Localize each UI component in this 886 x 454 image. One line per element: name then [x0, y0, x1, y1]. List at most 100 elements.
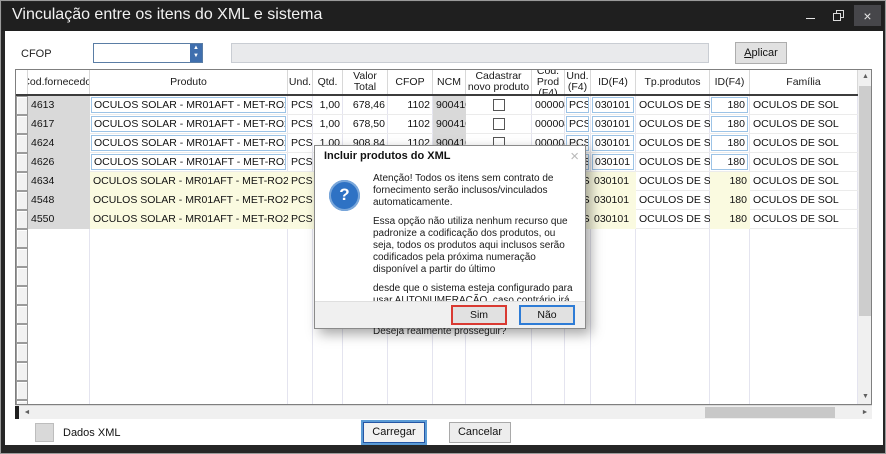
- cell-produto[interactable]: OCULOS SOLAR - MR01AFT - MET-RO2FLAT-BLA…: [91, 135, 286, 151]
- row-indicator: [16, 153, 28, 172]
- grid-column-separator: [590, 96, 591, 405]
- apply-button[interactable]: Aplicar: [735, 42, 787, 64]
- cell-produto[interactable]: OCULOS SOLAR - MR01AFT - MET-RO2FLAT-BLA…: [91, 97, 286, 113]
- cell-id-f4[interactable]: 030101: [591, 210, 636, 229]
- vertical-scrollbar[interactable]: ▲ ▼: [858, 70, 872, 404]
- close-button[interactable]: ×: [854, 5, 881, 26]
- dialog-title: Incluir produtos do XML: [324, 150, 451, 162]
- column-header: Produto: [90, 70, 288, 94]
- dialog-footer: Sim Não: [315, 301, 585, 328]
- dados-xml-label: Dados XML: [63, 427, 120, 439]
- cell-cod-fornecedor: 4550: [28, 210, 90, 229]
- cell-cod-prod-f4[interactable]: 000008: [532, 115, 565, 134]
- cell-id-f4-2[interactable]: 180: [711, 116, 748, 132]
- row-indicator: [16, 286, 28, 305]
- window-content: CFOP ▲▼ Aplicar Cod.fornecedorProdutoUnd…: [5, 31, 883, 445]
- cell-id-f4[interactable]: 030101: [591, 172, 636, 191]
- cfop-spinner[interactable]: ▲▼: [190, 44, 202, 62]
- cell-und[interactable]: PCS: [288, 210, 313, 229]
- cell-produto[interactable]: OCULOS SOLAR - MR01AFT - MET-RO2FLAT-BLA…: [90, 172, 288, 191]
- cell-familia: OCULOS DE SOL: [750, 210, 858, 229]
- cell-und-f4[interactable]: PCS: [566, 97, 589, 113]
- horizontal-scrollbar[interactable]: ◄ ►: [15, 405, 872, 419]
- row-indicator: [16, 248, 28, 267]
- row-indicator: [16, 172, 28, 191]
- column-header: Und.: [288, 70, 313, 94]
- scroll-down-icon[interactable]: ▼: [858, 390, 872, 404]
- cell-cfop: 1102: [388, 96, 433, 115]
- scroll-up-icon[interactable]: ▲: [858, 70, 872, 84]
- cell-tp-produtos: OCULOS DE SOL: [636, 153, 710, 172]
- cell-und[interactable]: PCS: [288, 134, 313, 153]
- no-button[interactable]: Não: [519, 305, 575, 325]
- row-indicator: [16, 210, 28, 229]
- cell-tp-produtos: OCULOS DE SOL: [636, 172, 710, 191]
- row-indicator: [16, 362, 28, 381]
- row-indicator: [16, 229, 28, 248]
- cell-id-f4-2[interactable]: 180: [710, 191, 750, 210]
- column-header: Cod.fornecedor: [28, 70, 90, 94]
- cell-und[interactable]: PCS: [288, 153, 313, 172]
- minimize-button[interactable]: [797, 5, 824, 26]
- cell-tp-produtos: OCULOS DE SOL: [636, 191, 710, 210]
- column-header: Valor Total: [343, 70, 388, 94]
- dialog-close-icon[interactable]: ×: [570, 148, 579, 165]
- cell-qtd[interactable]: 1,00: [313, 96, 343, 115]
- column-header: ID(F4): [591, 70, 636, 94]
- row-indicator: [16, 324, 28, 343]
- vertical-scrollbar-thumb[interactable]: [859, 86, 872, 316]
- yes-button[interactable]: Sim: [451, 305, 507, 325]
- cell-id-f4[interactable]: 030101: [592, 116, 634, 132]
- cfop-description-field[interactable]: [231, 43, 709, 63]
- cell-und[interactable]: PCS: [288, 115, 313, 134]
- cell-id-f4-2[interactable]: 180: [711, 97, 748, 113]
- question-icon: ?: [329, 180, 360, 211]
- grid-header: Cod.fornecedorProdutoUnd.Qtd.Valor Total…: [16, 70, 858, 96]
- cell-id-f4-2[interactable]: 180: [711, 135, 748, 151]
- cell-id-f4[interactable]: 030101: [591, 191, 636, 210]
- column-header: CFOP: [388, 70, 433, 94]
- cell-tp-produtos: OCULOS DE SOL: [636, 115, 710, 134]
- cell-id-f4-2[interactable]: 180: [710, 172, 750, 191]
- restore-button[interactable]: [825, 5, 852, 26]
- cell-und[interactable]: PCS: [288, 172, 313, 191]
- horizontal-scrollbar-thumb[interactable]: [705, 407, 835, 418]
- cell-qtd[interactable]: 1,00: [313, 115, 343, 134]
- cell-cfop: 1102: [388, 115, 433, 134]
- cell-id-f4[interactable]: 030101: [592, 97, 634, 113]
- cell-und-f4[interactable]: PCS: [566, 116, 589, 132]
- cell-produto[interactable]: OCULOS SOLAR - MR01AFT - MET-RO2FLAT-BLA…: [90, 191, 288, 210]
- cell-id-f4-2[interactable]: 180: [711, 154, 748, 170]
- column-header: NCM: [433, 70, 466, 94]
- dialog-paragraph: Essa opção não utiliza nenhum recurso qu…: [373, 216, 575, 276]
- minimize-icon: [806, 18, 815, 19]
- cell-familia: OCULOS DE SOL: [750, 153, 858, 172]
- cell-id-f4[interactable]: 030101: [592, 135, 634, 151]
- cell-id-f4[interactable]: 030101: [592, 154, 634, 170]
- load-button[interactable]: Carregar: [363, 422, 425, 443]
- row-indicator: [16, 96, 28, 115]
- cell-cod-fornecedor: 4624: [28, 134, 90, 153]
- app-window: Vinculação entre os itens do XML e siste…: [0, 0, 886, 454]
- column-header: Cadastrar novo produto: [466, 70, 532, 94]
- cell-id-f4-2[interactable]: 180: [710, 210, 750, 229]
- cell-valor-total[interactable]: 678,46: [343, 96, 388, 115]
- cell-produto[interactable]: OCULOS SOLAR - MR01AFT - MET-RO2FLAT-BLA…: [91, 154, 286, 170]
- cadastrar-checkbox[interactable]: [493, 118, 505, 130]
- cfop-input[interactable]: [93, 43, 203, 63]
- column-header: Und. (F4): [565, 70, 591, 94]
- cell-produto[interactable]: OCULOS SOLAR - MR01AFT - MET-RO2FLAT-BLA…: [90, 210, 288, 229]
- cell-produto[interactable]: OCULOS SOLAR - MR01AFT - MET-RO2FLAT-BLA…: [91, 116, 286, 132]
- restore-icon: [833, 10, 844, 21]
- cell-und[interactable]: PCS: [288, 96, 313, 115]
- cell-cod-fornecedor: 4548: [28, 191, 90, 210]
- scroll-left-icon[interactable]: ◄: [20, 406, 34, 419]
- dados-xml-checkbox[interactable]: [35, 423, 54, 442]
- cell-und[interactable]: PCS: [288, 191, 313, 210]
- cadastrar-checkbox[interactable]: [493, 99, 505, 111]
- cell-valor-total[interactable]: 678,50: [343, 115, 388, 134]
- indicator-header: [16, 70, 28, 94]
- scroll-right-icon[interactable]: ►: [858, 406, 872, 419]
- cell-cod-prod-f4[interactable]: 000008: [532, 96, 565, 115]
- cancel-button[interactable]: Cancelar: [449, 422, 511, 443]
